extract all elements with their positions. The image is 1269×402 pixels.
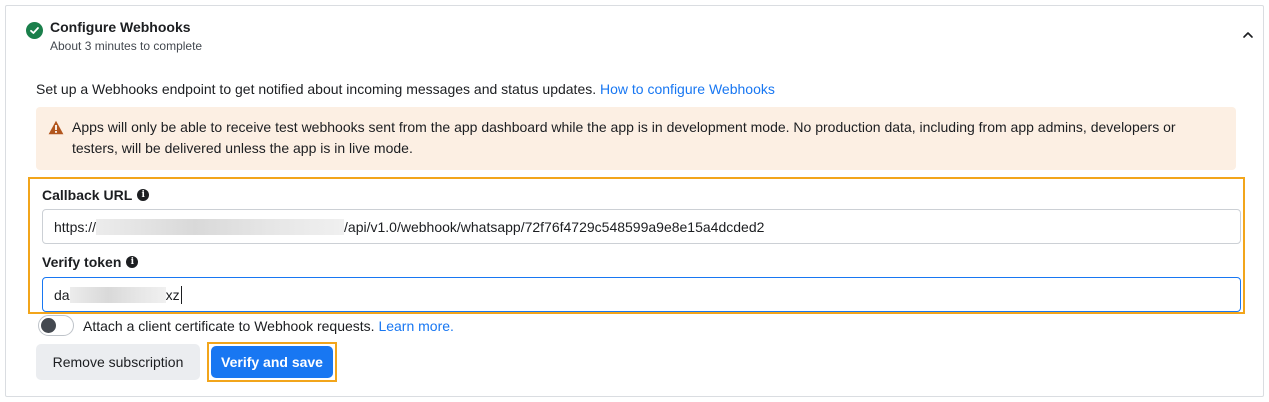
callback-url-suffix: /api/v1.0/webhook/whatsapp/72f76f4729c54… <box>344 218 765 235</box>
verify-token-prefix: da <box>54 286 70 303</box>
info-icon[interactable]: i <box>126 256 139 268</box>
verify-token-label-text: Verify token <box>42 254 122 270</box>
check-circle-icon <box>26 22 43 39</box>
verify-token-input[interactable]: da xz <box>42 277 1241 312</box>
remove-subscription-button[interactable]: Remove subscription <box>36 344 200 380</box>
callback-url-label-text: Callback URL <box>42 187 133 203</box>
alert-text: Apps will only be able to receive test w… <box>72 119 1176 156</box>
client-certificate-text: Attach a client certificate to Webhook r… <box>83 318 379 334</box>
redacted-token <box>69 286 166 303</box>
callback-url-label: Callback URL i <box>42 187 150 203</box>
toggle-knob <box>41 318 56 333</box>
text-caret <box>180 285 182 304</box>
redacted-domain <box>96 218 345 235</box>
client-certificate-label: Attach a client certificate to Webhook r… <box>83 318 454 334</box>
learn-more-link[interactable]: Learn more. <box>378 318 453 334</box>
development-mode-alert: Apps will only be able to receive test w… <box>36 107 1236 170</box>
verify-and-save-highlight: Verify and save <box>207 342 337 382</box>
info-icon[interactable]: i <box>137 189 150 201</box>
callback-url-prefix: https:// <box>54 218 97 235</box>
intro-description: Set up a Webhooks endpoint to get notifi… <box>36 81 601 97</box>
warning-icon <box>48 120 64 135</box>
callback-url-input[interactable]: https:// /api/v1.0/webhook/whatsapp/72f7… <box>42 209 1241 244</box>
section-header[interactable]: Configure Webhooks About 3 minutes to co… <box>6 6 1263 64</box>
chevron-up-icon[interactable] <box>1241 28 1255 42</box>
client-certificate-toggle[interactable] <box>38 315 74 336</box>
verify-token-suffix: xz <box>165 286 180 303</box>
how-to-configure-link[interactable]: How to configure Webhooks <box>600 81 775 97</box>
verify-token-label: Verify token i <box>42 254 139 270</box>
verify-and-save-button[interactable]: Verify and save <box>211 346 333 378</box>
section-title: Configure Webhooks <box>50 19 191 35</box>
intro-text: Set up a Webhooks endpoint to get notifi… <box>36 81 775 97</box>
section-subtitle: About 3 minutes to complete <box>50 39 203 53</box>
